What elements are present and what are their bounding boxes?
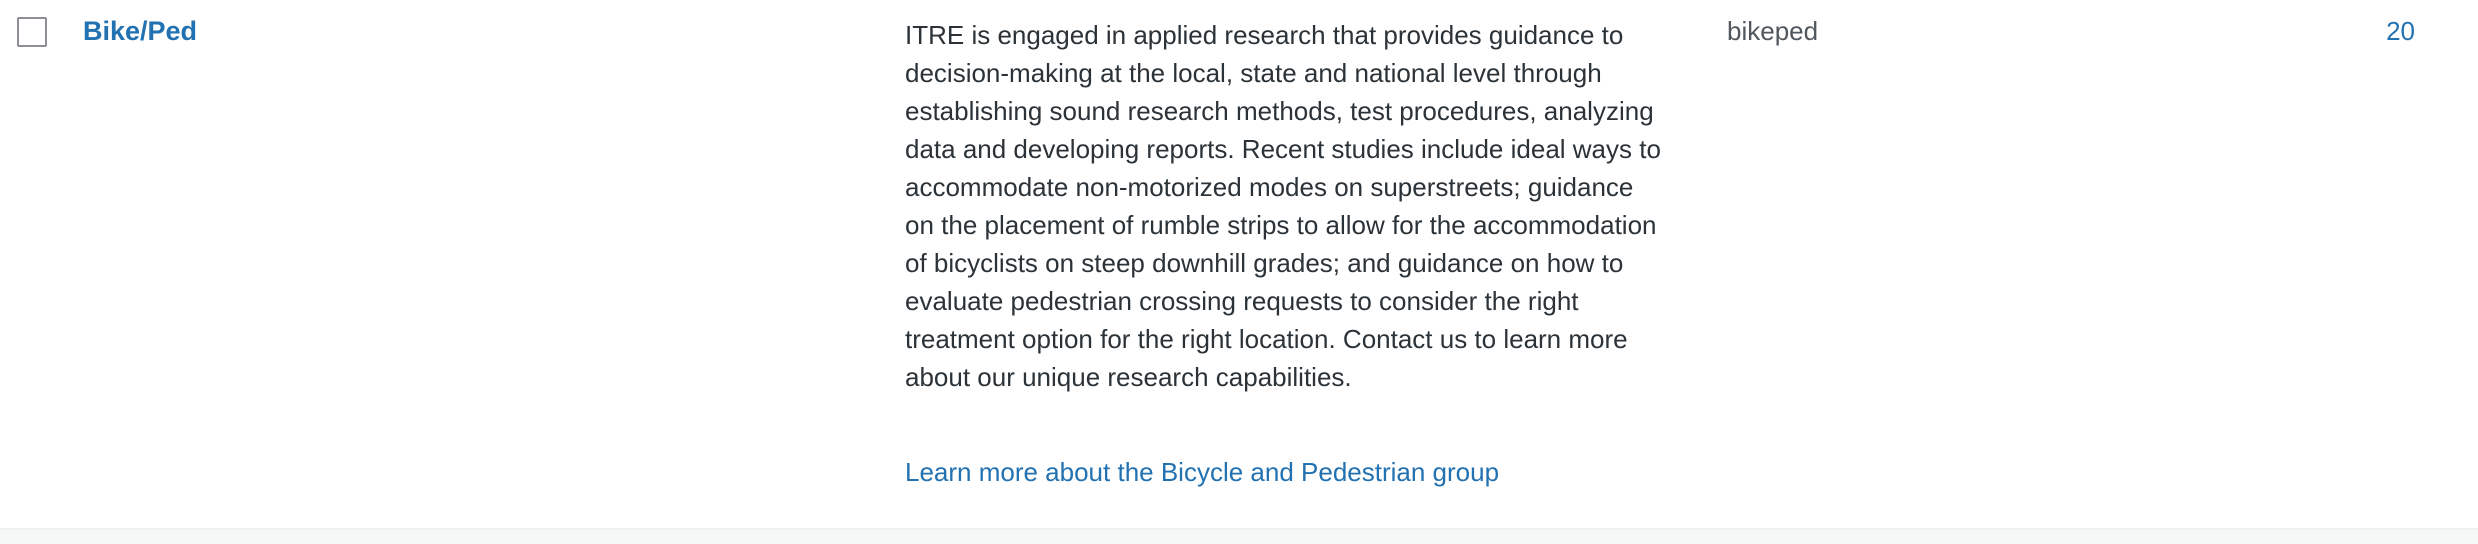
term-description: ITRE is engaged in applied research that… xyxy=(905,20,1661,392)
row-select-checkbox[interactable] xyxy=(17,17,47,47)
term-slug: bikeped xyxy=(1727,16,1819,46)
term-count-link[interactable]: 20 xyxy=(2386,13,2415,49)
term-name-link[interactable]: Bike/Ped xyxy=(83,13,197,49)
table-row: Bike/Ped ITRE is engaged in applied rese… xyxy=(0,0,2478,530)
learn-more-link[interactable]: Learn more about the Bicycle and Pedestr… xyxy=(905,453,1499,491)
